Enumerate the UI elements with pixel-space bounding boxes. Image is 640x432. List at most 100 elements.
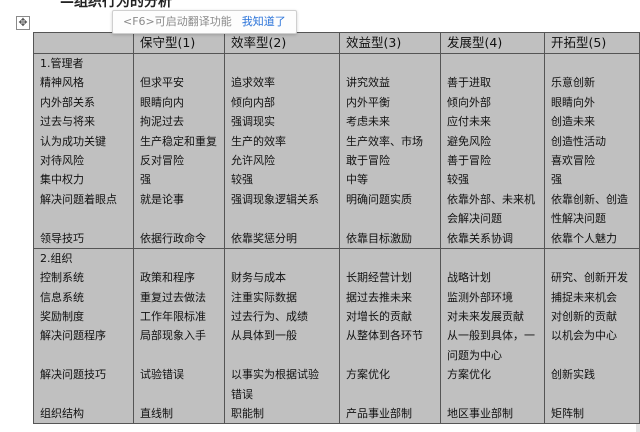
cell-line [40, 209, 133, 228]
cell-line: 认为成功关键 [40, 134, 106, 148]
cell-line: 善于冒险 [447, 153, 491, 167]
cell-line: 过去行为、成绩 [231, 310, 308, 324]
cell-line: 依靠创新、创造 [551, 192, 628, 206]
cell-line: 敢于冒险 [346, 153, 390, 167]
header-cell-conservative: 保守型(1) [133, 32, 225, 54]
table-move-handle-icon[interactable]: ✥ [16, 16, 30, 30]
cell-line [551, 385, 639, 404]
cell-line: 对未来发展贡献 [447, 310, 524, 324]
cell-line: 应付未来 [447, 115, 491, 129]
cell-line: 生产稳定和重复 [140, 134, 217, 148]
header-cell-corner [33, 32, 134, 54]
table-section-manager: 1.管理者 精神风格 内外部关系 过去与将来 认为成功关键 对待风险 集中权力 … [33, 53, 640, 249]
cell-line: 倾向外部 [447, 95, 491, 109]
cell-line [551, 346, 639, 365]
cell-line: 喜欢冒险 [551, 153, 595, 167]
cell-line [140, 54, 224, 73]
cell-line: 以事实为根据试验 [231, 368, 319, 382]
cell-line: 奖励制度 [40, 310, 84, 324]
cell-line: 但求平安 [140, 76, 184, 90]
cell-line: 以机会为中心 [551, 329, 617, 343]
cell-line: 明确问题实质 [346, 192, 412, 206]
section-cell: 研究、创新开发 捕捉未来机会 对创新的贡献 以机会为中心 创新实践 矩阵制 [544, 247, 640, 425]
cell-line: 依靠目标激励 [346, 231, 412, 245]
cell-line: 从整体到各环节 [346, 329, 423, 343]
section-cell: 但求平安 眼睛向内 拘泥过去 生产稳定和重复 反对冒险 强 就是论事 依据行政命… [133, 53, 225, 249]
table-section-organization: 2.组织 控制系统 信息系统 奖励制度 解决问题程序 解决问题技巧 组织结构 政… [33, 247, 640, 425]
section-cell: 追求效率 倾向内部 强调现实 生产的效率 允许风险 较强 强调现象逻辑关系 依靠… [224, 53, 340, 249]
cell-line [551, 249, 639, 268]
section-cell: 善于进取 倾向外部 应付未来 避免风险 善于冒险 较强 依靠外部、未来机 会解决… [440, 53, 545, 249]
cell-line: 战略计划 [447, 271, 491, 285]
cell-line: 避免风险 [447, 134, 491, 148]
cell-line: 解决问题技巧 [40, 368, 106, 382]
section-cell: 财务与成本 注重实际数据 过去行为、成绩 从具体到一般 以事实为根据试验 错误 … [224, 247, 340, 425]
cell-line: 集中权力 [40, 173, 84, 187]
cell-line: 就是论事 [140, 192, 184, 206]
cell-line: 问题为中心 [447, 348, 502, 362]
cell-line [447, 54, 544, 73]
section-cell: 1.管理者 精神风格 内外部关系 过去与将来 认为成功关键 对待风险 集中权力 … [33, 53, 134, 249]
cell-line [40, 346, 133, 365]
cell-line: 职能制 [231, 407, 264, 421]
cell-line: 控制系统 [40, 271, 84, 285]
cell-line [140, 385, 224, 404]
cell-line: 产品事业部制 [346, 407, 412, 421]
cell-line: 强 [551, 173, 562, 187]
cell-line: 从具体到一般 [231, 329, 297, 343]
cell-line: 2.组织 [40, 251, 73, 265]
cell-line: 解决问题程序 [40, 329, 106, 343]
cell-line [346, 209, 440, 228]
translate-ack-link[interactable]: 我知道了 [242, 15, 286, 28]
cell-line: 考虑未来 [346, 115, 390, 129]
cell-line: 政策和程序 [140, 271, 195, 285]
cell-line: 财务与成本 [231, 271, 286, 285]
cell-line: 直线制 [140, 407, 173, 421]
cell-line: 性解决问题 [551, 212, 606, 226]
cell-line: 信息系统 [40, 290, 84, 304]
cell-line: 依靠关系协调 [447, 231, 513, 245]
cell-line: 注重实际数据 [231, 290, 297, 304]
cell-line: 地区事业部制 [447, 407, 513, 421]
cell-line: 反对冒险 [140, 153, 184, 167]
cell-line: 错误 [231, 387, 253, 401]
cell-line: 创新实践 [551, 368, 595, 382]
cell-line: 方案优化 [447, 368, 491, 382]
document-top-strip: —组织行为的分析 [0, 0, 640, 32]
cell-line: 创造未来 [551, 115, 595, 129]
cell-line [231, 209, 339, 228]
cell-line: 研究、创新开发 [551, 271, 628, 285]
cell-line: 长期经营计划 [346, 271, 412, 285]
cell-line: 依靠个人魅力 [551, 231, 617, 245]
cell-line: 方案优化 [346, 368, 390, 382]
cell-line: 讲究效益 [346, 76, 390, 90]
cell-line: 依据行政命令 [140, 231, 206, 245]
cell-line: 依靠外部、未来机 [447, 192, 535, 206]
cell-line: 会解决问题 [447, 212, 502, 226]
cell-line [346, 249, 440, 268]
cell-line: 眼睛向内 [140, 95, 184, 109]
cell-line [140, 346, 224, 365]
cell-line: 生产效率、市场 [346, 134, 423, 148]
table-header-row: 保守型(1) 效率型(2) 效益型(3) 发展型(4) 开拓型(5) [33, 32, 640, 54]
translate-tip-popup: <F6>可启动翻译功能 我知道了 [112, 10, 297, 34]
section-cell: 乐意创新 眼睛向外 创造未来 创造性活动 喜欢冒险 强 依靠创新、创造 性解决问… [544, 53, 640, 249]
header-cell-development: 发展型(4) [440, 32, 545, 54]
cell-line: 捕捉未来机会 [551, 290, 617, 304]
cell-line: 追求效率 [231, 76, 275, 90]
cell-line [231, 249, 339, 268]
cell-line: 局部现象入手 [140, 329, 206, 343]
cell-line [140, 209, 224, 228]
section-cell: 战略计划 监测外部环境 对未来发展贡献 从一般到具体，一 问题为中心 方案优化 … [440, 247, 545, 425]
cell-line: 据过去推未来 [346, 290, 412, 304]
cell-line: 对创新的贡献 [551, 310, 617, 324]
cell-line [231, 54, 339, 73]
header-cell-pioneering: 开拓型(5) [544, 32, 640, 54]
cell-line: 较强 [447, 173, 469, 187]
cell-line: 内外平衡 [346, 95, 390, 109]
translate-hint-text: <F6>可启动翻译功能 [123, 15, 232, 28]
cell-line: 重复过去做法 [140, 290, 206, 304]
cell-line: 工作年限标准 [140, 310, 206, 324]
cell-line: 精神风格 [40, 76, 84, 90]
cell-line: 对增长的贡献 [346, 310, 412, 324]
